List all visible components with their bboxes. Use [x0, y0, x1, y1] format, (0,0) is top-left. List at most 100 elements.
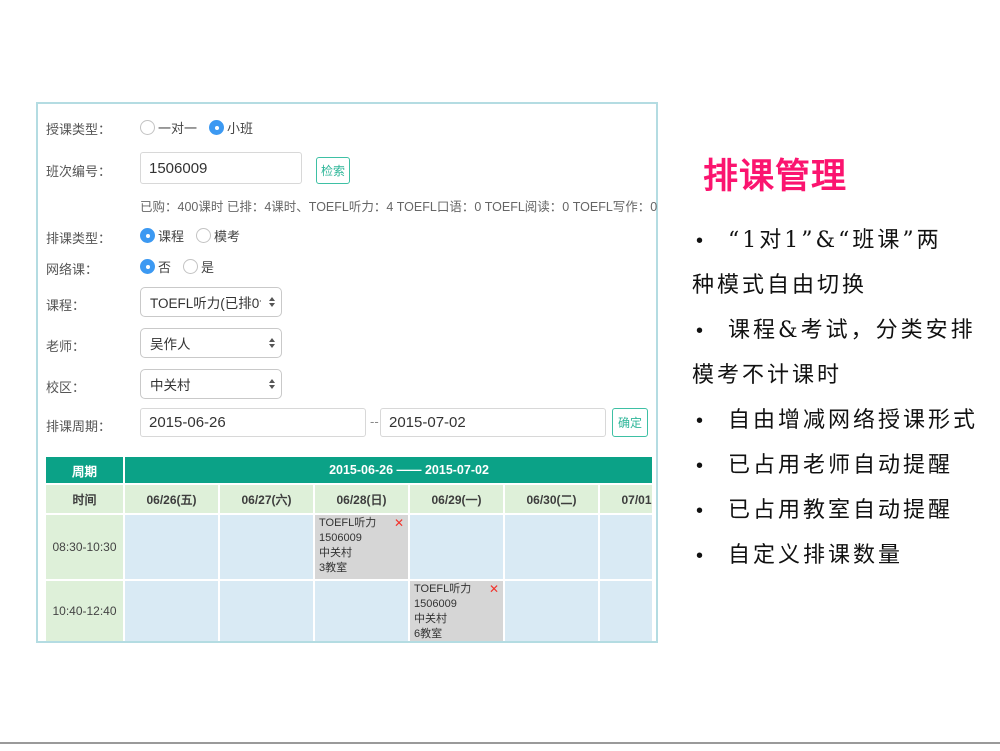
schedule-cell[interactable]: [410, 515, 503, 579]
event-campus: 中关村: [319, 546, 406, 561]
delete-event-icon[interactable]: ✕: [489, 582, 501, 596]
scheduled-class-card: TOEFL听力✕1506009中关村3教室: [315, 515, 408, 579]
schedule-cell[interactable]: [220, 515, 313, 579]
radio-label: 是: [201, 257, 214, 276]
online-class-radio-group: 否是: [140, 256, 226, 276]
scheduling-panel: 授课类型： 一对一 小班 班次编号： 检索 已购：400课时 已排：4课时、TOE…: [36, 102, 658, 643]
day-header: 06/26(五): [125, 485, 218, 513]
bullet-icon: •: [692, 444, 728, 489]
feature-list: •“1对1”&“班课”两种模式自由切换•课程&考试，分类安排模考不计课时•自由增…: [692, 218, 978, 578]
schedule-type-label: 排课类型：: [46, 228, 111, 247]
time-column-header: 时间: [46, 485, 123, 513]
course-select-value: TOEFL听力(已排0讠: [150, 292, 261, 312]
day-header: 06/29(一): [410, 485, 503, 513]
bullet-icon: •: [692, 489, 728, 534]
feature-line: •“1对1”&“班课”两: [692, 218, 978, 263]
radio-label: 模考: [214, 226, 240, 245]
day-header: 06/27(六): [220, 485, 313, 513]
feature-text: 自定义排课数量: [728, 543, 903, 568]
select-arrows-icon: [269, 338, 275, 348]
period-end-input[interactable]: [380, 408, 606, 437]
select-arrows-icon: [269, 379, 275, 389]
feature-wrap-line: 种模式自由切换: [692, 263, 978, 308]
campus-select[interactable]: 中关村: [140, 369, 282, 399]
radio-option-selected[interactable]: 课程: [140, 226, 184, 245]
event-room: 6教室: [414, 627, 501, 642]
feature-text: 模考不计课时: [692, 363, 842, 388]
event-campus: 中关村: [414, 612, 501, 627]
search-button[interactable]: 检索: [316, 157, 350, 184]
campus-label: 校区：: [46, 377, 85, 396]
feature-text: 已占用老师自动提醒: [728, 453, 953, 478]
event-class-no: 1506009: [319, 531, 406, 546]
feature-text: 种模式自由切换: [692, 273, 867, 298]
period-separator: --: [370, 414, 379, 429]
radio-icon: [196, 228, 211, 243]
event-class-no: 1506009: [414, 597, 501, 612]
slide: 授课类型： 一对一 小班 班次编号： 检索 已购：400课时 已排：4课时、TOE…: [0, 0, 1000, 751]
teacher-select[interactable]: 吴作人: [140, 328, 282, 358]
radio-option-unselected[interactable]: 一对一: [140, 118, 197, 137]
radio-icon: [183, 259, 198, 274]
event-course-name: TOEFL听力: [414, 582, 471, 597]
radio-label: 一对一: [158, 118, 197, 137]
select-arrows-icon: [269, 297, 275, 307]
radio-option-unselected[interactable]: 是: [183, 257, 214, 276]
teacher-label: 老师：: [46, 336, 85, 355]
radio-option-unselected[interactable]: 模考: [196, 226, 240, 245]
scheduled-class-card: TOEFL听力 ✕1506009中关村6教室: [410, 581, 503, 641]
table-range-header: 2015-06-26 —— 2015-07-02: [125, 457, 652, 483]
bullet-icon: •: [692, 219, 728, 264]
feature-text: 课程&考试，分类安排: [728, 318, 976, 343]
teacher-select-value: 吴作人: [150, 333, 261, 353]
feature-line: •课程&考试，分类安排: [692, 308, 978, 353]
period-start-input[interactable]: [140, 408, 366, 437]
radio-option-selected[interactable]: 小班: [209, 118, 253, 137]
class-number-input[interactable]: [140, 152, 302, 184]
bullet-icon: •: [692, 399, 728, 444]
schedule-cell[interactable]: [600, 515, 652, 579]
time-slot-label: 10:40-12:40: [46, 581, 123, 641]
radio-label: 课程: [158, 226, 184, 245]
course-label: 课程：: [46, 295, 85, 314]
schedule-cell[interactable]: [220, 581, 313, 641]
course-select[interactable]: TOEFL听力(已排0讠: [140, 287, 282, 317]
schedule-type-radio-group: 课程 模考: [140, 225, 252, 245]
time-slot-label: 08:30-10:30: [46, 515, 123, 579]
online-class-label: 网络课：: [46, 259, 98, 278]
feature-text: 自由增减网络授课形式: [728, 408, 978, 433]
feature-text: “1对1”&“班课”两: [728, 228, 942, 253]
radio-label: 否: [158, 257, 171, 276]
radio-option-selected[interactable]: 否: [140, 257, 171, 276]
schedule-cell[interactable]: [125, 581, 218, 641]
event-room: 3教室: [319, 561, 406, 576]
schedule-table: 周期2015-06-26 —— 2015-07-02时间06/26(五)06/2…: [46, 457, 652, 642]
schedule-cell[interactable]: [125, 515, 218, 579]
slide-bottom-edge: [0, 742, 1000, 744]
radio-icon: [140, 228, 155, 243]
radio-label: 小班: [227, 118, 253, 137]
hours-stats-text: 已购：400课时 已排：4课时、TOEFL听力：4 TOEFL口语：0 TOEF…: [140, 196, 657, 215]
feature-text: 已占用教室自动提醒: [728, 498, 953, 523]
delete-event-icon[interactable]: ✕: [394, 516, 406, 530]
day-header: 06/30(二): [505, 485, 598, 513]
table-corner-label: 周期: [46, 457, 123, 483]
schedule-cell[interactable]: TOEFL听力 ✕1506009中关村6教室: [410, 581, 503, 641]
teach-type-radio-group: 一对一 小班: [140, 117, 265, 137]
teach-type-label: 授课类型：: [46, 119, 111, 138]
radio-icon: [140, 259, 155, 274]
schedule-cell[interactable]: [505, 581, 598, 641]
feature-line: •自由增减网络授课形式: [692, 398, 978, 443]
bullet-icon: •: [692, 309, 728, 354]
radio-icon: [209, 120, 224, 135]
confirm-button[interactable]: 确定: [612, 408, 648, 437]
feature-line: •已占用老师自动提醒: [692, 443, 978, 488]
schedule-cell[interactable]: TOEFL听力✕1506009中关村3教室: [315, 515, 408, 579]
schedule-cell[interactable]: [505, 515, 598, 579]
feature-line: •已占用教室自动提醒: [692, 488, 978, 533]
schedule-cell[interactable]: [315, 581, 408, 641]
schedule-cell[interactable]: [600, 581, 652, 641]
feature-wrap-line: 模考不计课时: [692, 353, 978, 398]
schedule-grid: 周期2015-06-26 —— 2015-07-02时间06/26(五)06/2…: [46, 457, 652, 642]
class-number-label: 班次编号：: [46, 161, 111, 180]
